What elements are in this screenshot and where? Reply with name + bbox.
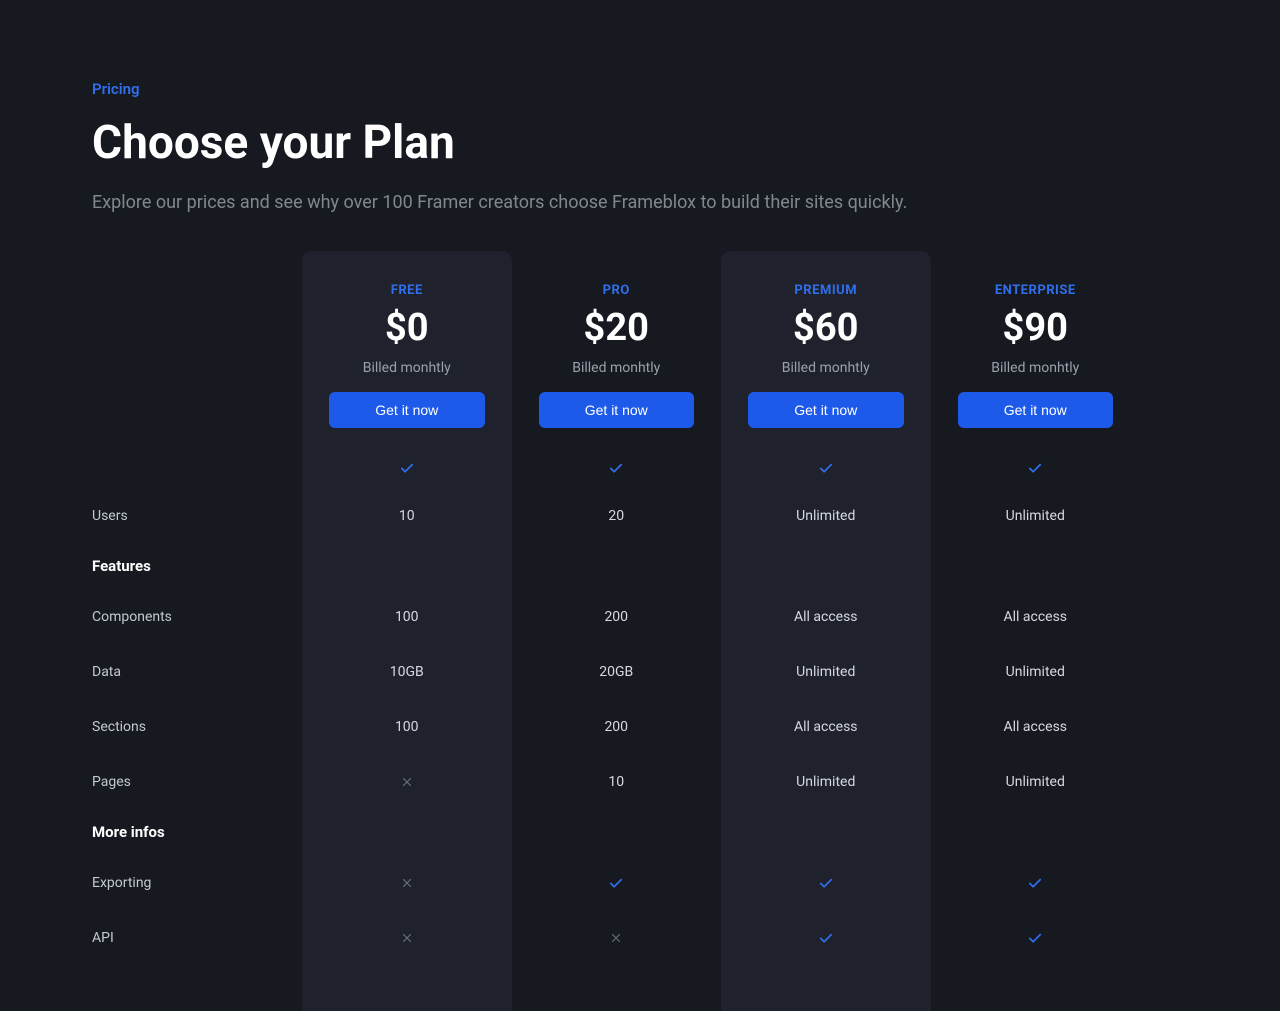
check-icon xyxy=(816,873,836,893)
feature-label: Data xyxy=(92,644,302,699)
plan-price: $60 xyxy=(748,306,904,350)
cross-icon xyxy=(397,772,417,792)
feature-value: All access xyxy=(721,699,931,754)
table-padding xyxy=(92,965,302,1011)
section-heading-spacer xyxy=(721,809,931,855)
plan-cta-button[interactable]: Get it now xyxy=(748,392,904,428)
feature-value xyxy=(302,910,512,965)
feature-value: 200 xyxy=(512,699,722,754)
feature-label: Components xyxy=(92,589,302,644)
feature-value xyxy=(721,910,931,965)
feature-value xyxy=(512,428,722,488)
feature-value: Unlimited xyxy=(931,644,1141,699)
check-icon xyxy=(606,873,626,893)
check-icon xyxy=(1025,928,1045,948)
section-heading-spacer xyxy=(512,543,722,589)
section-heading-spacer xyxy=(931,543,1141,589)
section-heading-spacer xyxy=(721,543,931,589)
plan-billing: Billed monhtly xyxy=(329,360,485,376)
plan-billing: Billed monhtly xyxy=(958,360,1114,376)
plan-name: FREE xyxy=(329,283,485,298)
cross-icon xyxy=(397,928,417,948)
table-padding xyxy=(512,965,722,1011)
table-padding xyxy=(721,965,931,1011)
feature-value: Unlimited xyxy=(721,644,931,699)
check-icon xyxy=(397,458,417,478)
plan-name: PRO xyxy=(539,283,695,298)
table-padding xyxy=(302,965,512,1011)
feature-value: All access xyxy=(721,589,931,644)
feature-label: Exporting xyxy=(92,855,302,910)
table-padding xyxy=(931,965,1141,1011)
section-heading: Features xyxy=(92,543,302,589)
feature-value: 10GB xyxy=(302,644,512,699)
feature-value: Unlimited xyxy=(931,754,1141,809)
plan-name: ENTERPRISE xyxy=(958,283,1114,298)
plan-cta-button[interactable]: Get it now xyxy=(539,392,695,428)
feature-value xyxy=(512,910,722,965)
feature-value: 10 xyxy=(512,754,722,809)
feature-value xyxy=(721,428,931,488)
feature-value: Unlimited xyxy=(721,754,931,809)
plan-price: $0 xyxy=(329,306,485,350)
feature-value: 10 xyxy=(302,488,512,543)
plan-cta-button[interactable]: Get it now xyxy=(329,392,485,428)
feature-value: 20GB xyxy=(512,644,722,699)
cross-icon xyxy=(606,928,626,948)
plan-billing: Billed monhtly xyxy=(539,360,695,376)
check-icon xyxy=(1025,873,1045,893)
feature-label: Users xyxy=(92,488,302,543)
feature-value xyxy=(721,855,931,910)
section-heading-spacer xyxy=(931,809,1141,855)
feature-value xyxy=(512,855,722,910)
page-subtitle: Explore our prices and see why over 100 … xyxy=(92,192,1188,213)
plan-price: $20 xyxy=(539,306,695,350)
page-title: Choose your Plan xyxy=(92,116,1188,170)
table-corner xyxy=(92,251,302,428)
feature-value: 20 xyxy=(512,488,722,543)
plan-header-pro: PRO $20 Billed monhtly Get it now xyxy=(512,251,722,428)
feature-value: All access xyxy=(931,699,1141,754)
feature-value: 100 xyxy=(302,589,512,644)
plan-billing: Billed monhtly xyxy=(748,360,904,376)
feature-value: 100 xyxy=(302,699,512,754)
check-icon xyxy=(816,458,836,478)
feature-label: Pages xyxy=(92,754,302,809)
feature-value xyxy=(302,855,512,910)
plan-price: $90 xyxy=(958,306,1114,350)
feature-label: Sections xyxy=(92,699,302,754)
plan-cta-button[interactable]: Get it now xyxy=(958,392,1114,428)
cross-icon xyxy=(397,873,417,893)
section-heading-spacer xyxy=(302,543,512,589)
section-heading-spacer xyxy=(512,809,722,855)
feature-value: Unlimited xyxy=(721,488,931,543)
section-heading: More infos xyxy=(92,809,302,855)
feature-label: API xyxy=(92,910,302,965)
check-icon xyxy=(606,458,626,478)
check-icon xyxy=(1025,458,1045,478)
eyebrow: Pricing xyxy=(92,80,1188,98)
plan-header-free: FREE $0 Billed monhtly Get it now xyxy=(302,251,512,428)
feature-value: 200 xyxy=(512,589,722,644)
feature-value xyxy=(931,855,1141,910)
feature-value: Unlimited xyxy=(931,488,1141,543)
section-heading-spacer xyxy=(302,809,512,855)
feature-value xyxy=(931,910,1141,965)
feature-value xyxy=(302,428,512,488)
feature-value xyxy=(931,428,1141,488)
feature-value: All access xyxy=(931,589,1141,644)
plan-header-enterprise: ENTERPRISE $90 Billed monhtly Get it now xyxy=(931,251,1141,428)
feature-label xyxy=(92,428,302,488)
feature-value xyxy=(302,754,512,809)
pricing-table: FREE $0 Billed monhtly Get it now PRO $20 Bill… xyxy=(92,251,1188,1011)
check-icon xyxy=(816,928,836,948)
plan-header-premium: PREMIUM $60 Billed monhtly Get it now xyxy=(721,251,931,428)
plan-name: PREMIUM xyxy=(748,283,904,298)
